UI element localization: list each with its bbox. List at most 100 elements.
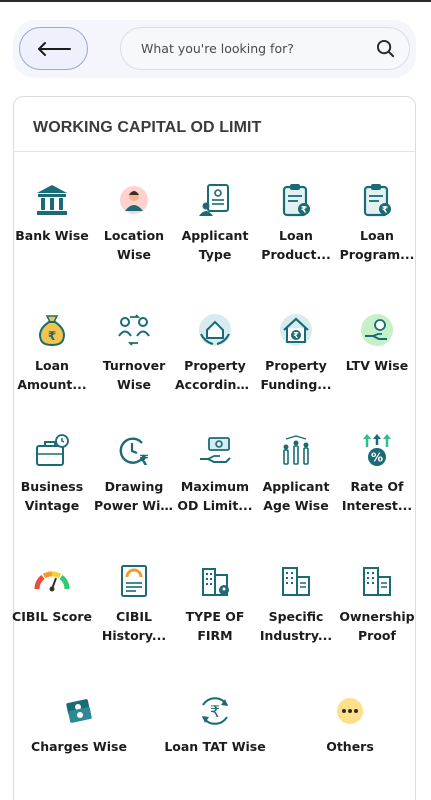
turnover-exchange-icon <box>115 311 153 349</box>
tile-specific-industry[interactable]: Specific Industry... <box>255 562 337 645</box>
top-bar <box>13 20 416 78</box>
tile-label: Charges Wise <box>31 739 127 754</box>
tile-label-line2: Funding... <box>260 377 332 392</box>
tile-label-line2: Interest... <box>341 498 413 513</box>
industry-building-icon <box>277 562 315 600</box>
percent-growth-icon: % <box>358 432 396 470</box>
tile-label-line2: Type <box>198 247 232 262</box>
tile-label: Property <box>265 358 327 373</box>
tile-label: Property <box>184 358 246 373</box>
tile-label: Specific <box>268 609 324 624</box>
tile-bank-wise[interactable]: Bank Wise <box>11 181 93 245</box>
tile-label: Applicant <box>181 228 249 243</box>
svg-text:%: % <box>371 451 383 465</box>
tile-label: Ownership <box>339 609 415 624</box>
tile-label: Rate Of <box>350 479 404 494</box>
svg-text:₹: ₹ <box>210 702 220 721</box>
tile-label-line2: FIRM <box>197 628 233 643</box>
tile-others[interactable]: Others <box>295 692 405 756</box>
tile-label: Turnover <box>102 358 166 373</box>
tile-label-line2: Wise <box>117 247 151 262</box>
tile-label-line2: Wise <box>117 377 151 392</box>
tile-loan-program[interactable]: ₹ Loan Program... <box>336 181 418 264</box>
tile-turnover-wise[interactable]: Turnover Wise <box>93 311 175 394</box>
tile-label: Loan TAT Wise <box>164 739 266 754</box>
svg-text:₹: ₹ <box>382 206 388 216</box>
tile-charges-wise[interactable]: Charges Wise <box>24 692 134 756</box>
hand-coin-icon <box>358 311 396 349</box>
svg-text:₹: ₹ <box>48 329 56 343</box>
tile-maximum-od-limit[interactable]: Maximum OD Limit... <box>174 432 256 515</box>
tile-label: Bank Wise <box>15 228 89 243</box>
tile-cibil-history[interactable]: CIBIL History... <box>93 562 175 645</box>
tile-business-vintage[interactable]: Business Vintage <box>11 432 93 515</box>
tile-property-according[interactable]: Property According... <box>174 311 256 394</box>
tile-label-line2: Amount... <box>17 377 87 392</box>
family-age-icon <box>277 432 315 470</box>
tile-label: TYPE OF <box>185 609 245 624</box>
tile-rate-of-interest[interactable]: % Rate Of Interest... <box>336 432 418 515</box>
tile-label: Business <box>20 479 84 494</box>
svg-text:₹: ₹ <box>301 206 307 216</box>
tile-loan-tat-wise[interactable]: ₹ Loan TAT Wise <box>160 692 270 756</box>
svg-text:₹: ₹ <box>293 331 299 340</box>
house-rupee-icon: ₹ <box>277 311 315 349</box>
ownership-document-icon <box>358 562 396 600</box>
tile-location-wise[interactable]: Location Wise <box>93 181 175 264</box>
tile-label: Loan <box>360 228 394 243</box>
more-dots-icon <box>331 692 369 730</box>
clock-rupee-icon: ₹ <box>115 432 153 470</box>
tile-applicant-age[interactable]: Applicant Age Wise <box>255 432 337 515</box>
tile-label-line2: Product... <box>261 247 331 262</box>
clipboard-rupee-icon: ₹ <box>358 181 396 219</box>
tile-label: Maximum <box>180 479 250 494</box>
tile-label-line2: Proof <box>358 628 396 643</box>
credit-report-icon <box>115 562 153 600</box>
tile-drawing-power[interactable]: ₹ Drawing Power Wise <box>93 432 175 515</box>
search-input[interactable] <box>141 41 375 56</box>
tile-ltv-wise[interactable]: LTV Wise <box>336 311 418 375</box>
tile-label: Others <box>326 739 374 754</box>
tile-label-line2: Program... <box>339 247 415 262</box>
tile-type-of-firm[interactable]: TYPE OF FIRM <box>174 562 256 645</box>
arrow-left-icon <box>37 41 71 56</box>
tile-property-funding[interactable]: ₹ Property Funding... <box>255 311 337 394</box>
section-title: WORKING CAPITAL OD LIMIT <box>33 119 262 136</box>
od-limit-card: WORKING CAPITAL OD LIMIT Bank Wise Locat… <box>11 96 418 800</box>
applicant-certificate-icon <box>196 181 234 219</box>
tile-label-line2: Vintage <box>24 498 80 513</box>
location-person-icon <box>115 181 153 219</box>
gauge-icon <box>33 562 71 600</box>
tile-label: Drawing <box>104 479 164 494</box>
divider <box>14 151 415 152</box>
firm-building-icon <box>196 562 234 600</box>
bank-icon <box>33 181 71 219</box>
search-bar <box>120 27 410 70</box>
house-hands-icon <box>196 311 234 349</box>
tile-loan-amount[interactable]: ₹ Loan Amount... <box>11 311 93 394</box>
svg-text:₹: ₹ <box>139 453 149 469</box>
back-button[interactable] <box>19 27 88 70</box>
money-bag-icon: ₹ <box>33 311 71 349</box>
tile-label-line2: Industry... <box>259 628 333 643</box>
tile-label-line2: Age Wise <box>263 498 329 513</box>
cash-charges-icon <box>60 692 98 730</box>
tile-applicant-type[interactable]: Applicant Type <box>174 181 256 264</box>
top-border <box>0 0 431 2</box>
tile-label-line2: Power Wise <box>94 498 174 513</box>
tile-cibil-score[interactable]: CIBIL Score <box>11 562 93 626</box>
tile-label: LTV Wise <box>345 358 409 373</box>
clipboard-rupee-icon: ₹ <box>277 181 315 219</box>
tile-label: Loan <box>279 228 313 243</box>
tile-label: Applicant <box>262 479 330 494</box>
hand-cash-icon <box>196 432 234 470</box>
briefcase-clock-icon <box>33 432 71 470</box>
tile-label: CIBIL <box>116 609 152 624</box>
tile-label: Loan <box>35 358 69 373</box>
tile-label-line2: OD Limit... <box>177 498 253 513</box>
tile-loan-product[interactable]: ₹ Loan Product... <box>255 181 337 264</box>
search-icon[interactable] <box>375 39 395 59</box>
tile-ownership-proof[interactable]: Ownership Proof <box>336 562 418 645</box>
tile-label-line2: History... <box>101 628 167 643</box>
tile-label: CIBIL Score <box>12 609 92 624</box>
